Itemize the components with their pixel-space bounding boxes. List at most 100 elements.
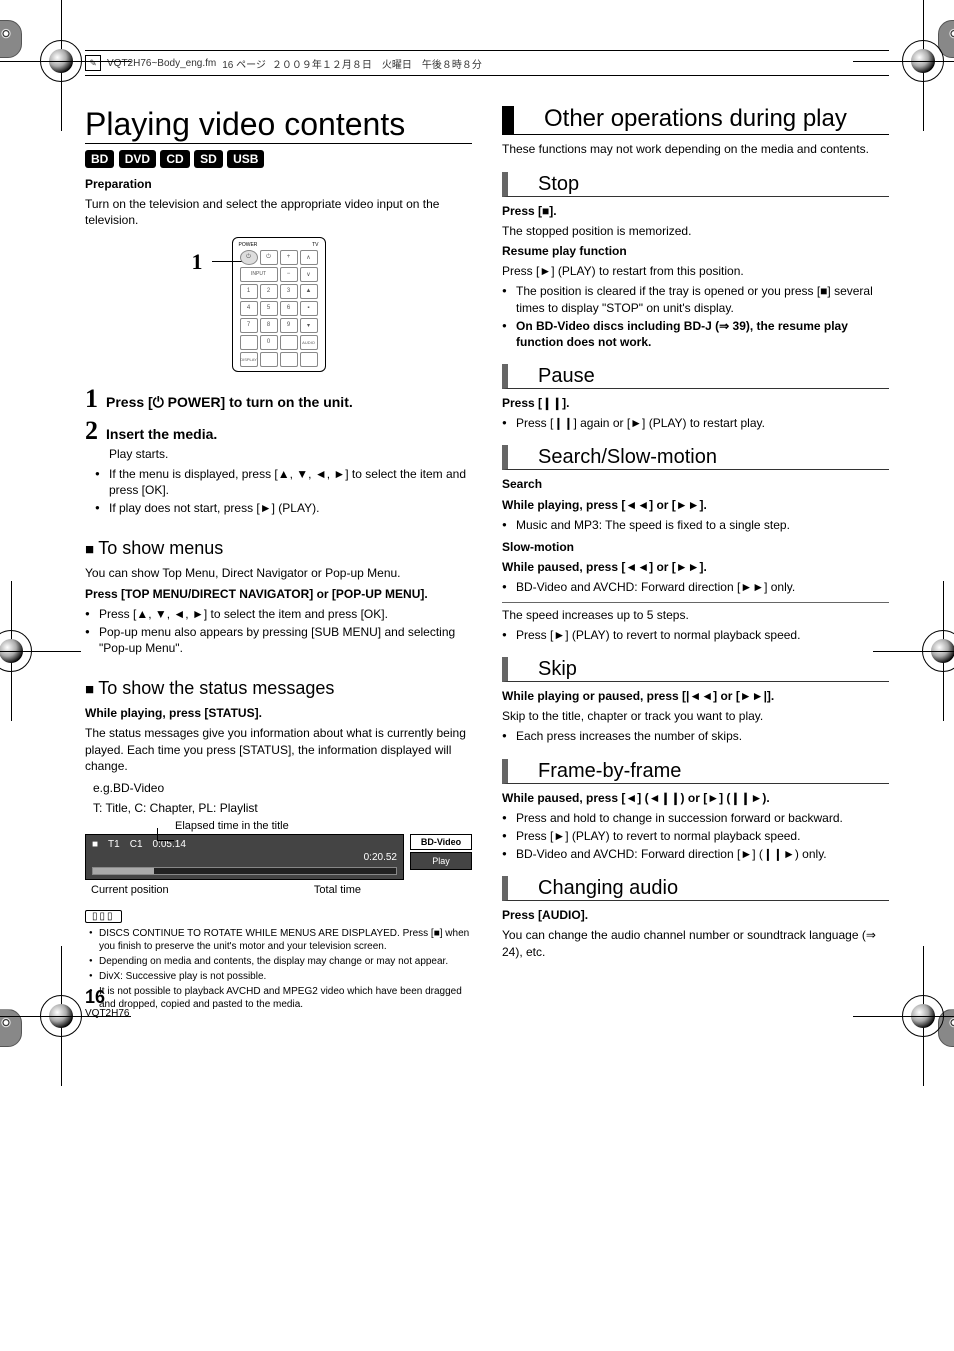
osd-chapter: C1 bbox=[130, 839, 143, 850]
audio-heading: Changing audio bbox=[502, 876, 889, 901]
stop-press: Press [■]. bbox=[502, 203, 889, 219]
bullet: Press [►] (PLAY) to revert to normal pla… bbox=[516, 828, 889, 844]
bullet: Press and hold to change in succession f… bbox=[516, 810, 889, 826]
bullet: If play does not start, press [►] (PLAY)… bbox=[109, 500, 472, 516]
bullet: BD-Video and AVCHD: Forward direction [►… bbox=[516, 579, 889, 595]
header-page: 16 ページ bbox=[222, 56, 266, 71]
page-footer: 16 VQT2H76 bbox=[85, 987, 129, 1019]
step-1-number: 1 bbox=[85, 386, 98, 412]
bullet: Music and MP3: The speed is fixed to a s… bbox=[516, 517, 889, 533]
after-insert-bullets: If the menu is displayed, press [▲, ▼, ◄… bbox=[85, 466, 472, 517]
status-side-panel: BD-Video Play bbox=[410, 834, 472, 880]
registration-mark bbox=[902, 40, 944, 82]
page-title: Playing video contents bbox=[85, 106, 472, 144]
status-legend: T: Title, C: Chapter, PL: Playlist bbox=[93, 800, 472, 816]
tag-dvd: DVD bbox=[119, 150, 156, 168]
stop-heading: Stop bbox=[502, 172, 889, 197]
slow-press: While paused, press [◄◄] or [►►]. bbox=[502, 559, 889, 575]
skip-bullets: Each press increases the number of skips… bbox=[502, 728, 889, 744]
side-play: Play bbox=[410, 852, 472, 870]
doc-icon: ✎ bbox=[85, 55, 101, 71]
menus-press: Press [TOP MENU/DIRECT NAVIGATOR] or [PO… bbox=[85, 586, 472, 602]
header-date: ２００９年１２月８日 火曜日 午後８時８分 bbox=[272, 56, 482, 71]
tag-usb: USB bbox=[227, 150, 264, 168]
osd-stop-icon: ■ bbox=[92, 839, 98, 850]
speed-text: The speed increases up to 5 steps. bbox=[502, 607, 889, 623]
frame-press: While paused, press [◄] (◄❙❙) or [►] (❙❙… bbox=[502, 790, 889, 806]
header-file: VQT2H76~Body_eng.fm bbox=[107, 58, 216, 69]
to-show-menus-heading: To show menus bbox=[85, 538, 472, 559]
search-press: While playing, press [◄◄] or [►►]. bbox=[502, 497, 889, 513]
total-time-label: Total time bbox=[314, 884, 361, 896]
note-icon: ▯▯▯ bbox=[85, 910, 122, 923]
page-number: 16 bbox=[85, 987, 129, 1008]
bullet: Press [►] (PLAY) to revert to normal pla… bbox=[516, 627, 889, 643]
note: Depending on media and contents, the dis… bbox=[99, 955, 472, 968]
registration-mark bbox=[922, 630, 954, 672]
bullet: Press [❙❙] again or [►] (PLAY) to restar… bbox=[516, 415, 889, 431]
frame-bullets: Press and hold to change in succession f… bbox=[502, 810, 889, 863]
right-column: Other operations during play These funct… bbox=[502, 106, 889, 1017]
osd-progress-bar bbox=[92, 867, 397, 875]
divider bbox=[502, 602, 889, 603]
resume-text: Press [►] (PLAY) to restart from this po… bbox=[502, 263, 889, 279]
bullet: Each press increases the number of skips… bbox=[516, 728, 889, 744]
elapsed-callout: Elapsed time in the title bbox=[175, 820, 289, 832]
bullet: If the menu is displayed, press [▲, ▼, ◄… bbox=[109, 466, 472, 498]
pause-press: Press [❙❙]. bbox=[502, 395, 889, 411]
step-2-number: 2 bbox=[85, 418, 98, 444]
search-label: Search bbox=[502, 476, 889, 492]
tag-cd: CD bbox=[160, 150, 189, 168]
status-press: While playing, press [STATUS]. bbox=[85, 705, 472, 721]
status-figure: e.g.BD-Video T: Title, C: Chapter, PL: P… bbox=[85, 780, 472, 896]
pause-heading: Pause bbox=[502, 364, 889, 389]
pause-bullets: Press [❙❙] again or [►] (PLAY) to restar… bbox=[502, 415, 889, 431]
step-1: 1 Press [⏻ POWER] to turn on the unit. bbox=[85, 386, 472, 412]
tag-sd: SD bbox=[194, 150, 223, 168]
audio-press: Press [AUDIO]. bbox=[502, 907, 889, 923]
note: DISCS CONTINUE TO ROTATE WHILE MENUS ARE… bbox=[99, 927, 472, 953]
stop-memorized: The stopped position is memorized. bbox=[502, 223, 889, 239]
other-operations-intro: These functions may not work depending o… bbox=[502, 141, 889, 157]
bullet: On BD-Video discs including BD-J (⇒ 39),… bbox=[516, 318, 889, 350]
status-eg: e.g.BD-Video bbox=[93, 780, 472, 796]
stop-bullets: The position is cleared if the tray is o… bbox=[502, 283, 889, 350]
note: DivX: Successive play is not possible. bbox=[99, 970, 472, 983]
osd-title: T1 bbox=[108, 839, 120, 850]
remote-figure: 1 POWERTV ⏻⏻+∧ INPUT−∨ 123▲ 456▪ 789▾ 0A… bbox=[85, 237, 472, 372]
footer-code: VQT2H76 bbox=[85, 1008, 129, 1019]
preparation-heading: Preparation bbox=[85, 176, 472, 192]
current-position-label: Current position bbox=[91, 884, 169, 896]
status-desc: The status messages give you information… bbox=[85, 725, 472, 774]
bullet: The position is cleared if the tray is o… bbox=[516, 283, 889, 315]
preparation-text: Turn on the television and select the ap… bbox=[85, 196, 472, 228]
tag-bd: BD bbox=[85, 150, 114, 168]
binder-mark-tl bbox=[0, 20, 22, 58]
skip-desc: Skip to the title, chapter or track you … bbox=[502, 708, 889, 724]
notes-list: DISCS CONTINUE TO ROTATE WHILE MENUS ARE… bbox=[85, 927, 472, 1011]
binder-mark-bl bbox=[0, 1009, 22, 1047]
note: It is not possible to playback AVCHD and… bbox=[99, 985, 472, 1011]
remote-illustration: POWERTV ⏻⏻+∧ INPUT−∨ 123▲ 456▪ 789▾ 0AUD… bbox=[232, 237, 326, 372]
bullet: Press [▲, ▼, ◄, ►] to select the item an… bbox=[99, 606, 472, 622]
status-heading: To show the status messages bbox=[85, 678, 472, 699]
slow-label: Slow-motion bbox=[502, 539, 889, 555]
registration-mark bbox=[902, 995, 944, 1037]
skip-heading: Skip bbox=[502, 657, 889, 682]
menus-intro: You can show Top Menu, Direct Navigator … bbox=[85, 565, 472, 581]
step-2-text: Insert the media. bbox=[106, 426, 217, 442]
remote-callout-number: 1 bbox=[192, 249, 203, 275]
media-tags: BD DVD CD SD USB bbox=[85, 150, 472, 168]
search-heading: Search/Slow-motion bbox=[502, 445, 889, 470]
frame-heading: Frame-by-frame bbox=[502, 759, 889, 784]
bullet: BD-Video and AVCHD: Forward direction [►… bbox=[516, 846, 889, 862]
side-bd-video: BD-Video bbox=[410, 834, 472, 850]
status-osd-panel: ■ T1 C1 0:05.14 0:20.52 bbox=[85, 834, 404, 880]
audio-desc: You can change the audio channel number … bbox=[502, 927, 889, 959]
other-operations-heading: Other operations during play bbox=[502, 106, 889, 135]
skip-press: While playing or paused, press [|◄◄] or … bbox=[502, 688, 889, 704]
registration-mark bbox=[0, 630, 32, 672]
left-column: Playing video contents BD DVD CD SD USB … bbox=[85, 106, 472, 1017]
bullet: Pop-up menu also appears by pressing [SU… bbox=[99, 624, 472, 656]
menus-bullets: Press [▲, ▼, ◄, ►] to select the item an… bbox=[85, 606, 472, 657]
